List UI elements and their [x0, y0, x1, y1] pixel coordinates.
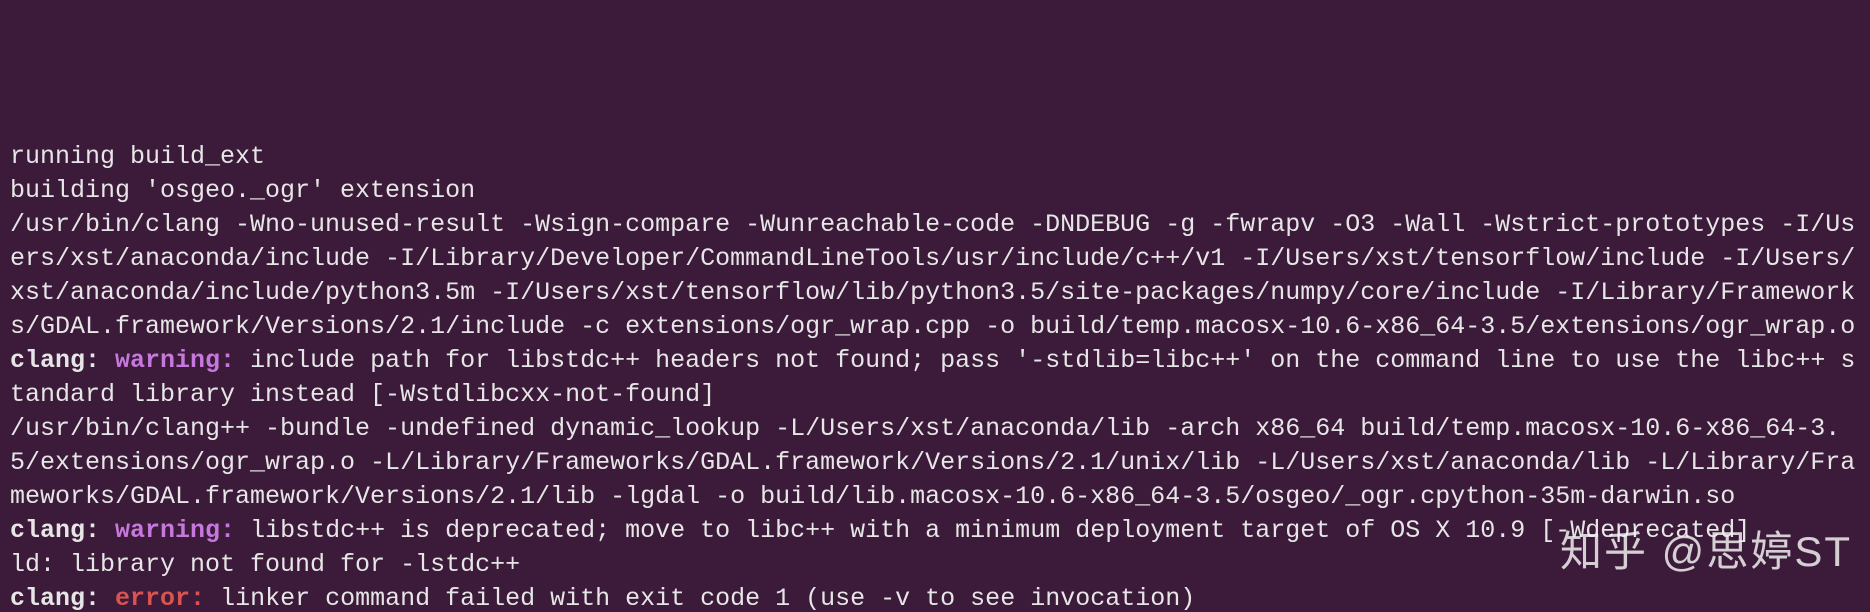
terminal-output: running build_ext building 'osgeo._ogr' e… [10, 140, 1860, 612]
segment-text: libstdc++ is deprecated; move to libc++ … [250, 516, 1750, 545]
segment-warn: warning: [115, 346, 250, 375]
terminal-line: /usr/bin/clang -Wno-unused-result -Wsign… [10, 208, 1860, 344]
terminal-line: building 'osgeo._ogr' extension [10, 174, 1860, 208]
segment-text: /usr/bin/clang++ -bundle -undefined dyna… [10, 414, 1855, 511]
segment-clang-src: clang: [10, 584, 115, 612]
segment-clang-src: clang: [10, 346, 115, 375]
segment-text: building 'osgeo._ogr' extension [10, 176, 475, 205]
segment-text: linker command failed with exit code 1 (… [220, 584, 1195, 612]
terminal-line: running build_ext [10, 140, 1860, 174]
terminal-line: clang: warning: libstdc++ is deprecated;… [10, 514, 1860, 548]
segment-text: ld: library not found for -lstdc++ [10, 550, 520, 579]
terminal-line: clang: error: linker command failed with… [10, 582, 1860, 612]
segment-text: /usr/bin/clang -Wno-unused-result -Wsign… [10, 210, 1855, 341]
segment-err: error: [115, 584, 220, 612]
segment-text: include path for libstdc++ headers not f… [10, 346, 1855, 409]
segment-text: running build_ext [10, 142, 265, 171]
terminal-line: /usr/bin/clang++ -bundle -undefined dyna… [10, 412, 1860, 514]
terminal-line: clang: warning: include path for libstdc… [10, 344, 1860, 412]
terminal-line: ld: library not found for -lstdc++ [10, 548, 1860, 582]
segment-clang-src: clang: [10, 516, 115, 545]
segment-warn: warning: [115, 516, 250, 545]
